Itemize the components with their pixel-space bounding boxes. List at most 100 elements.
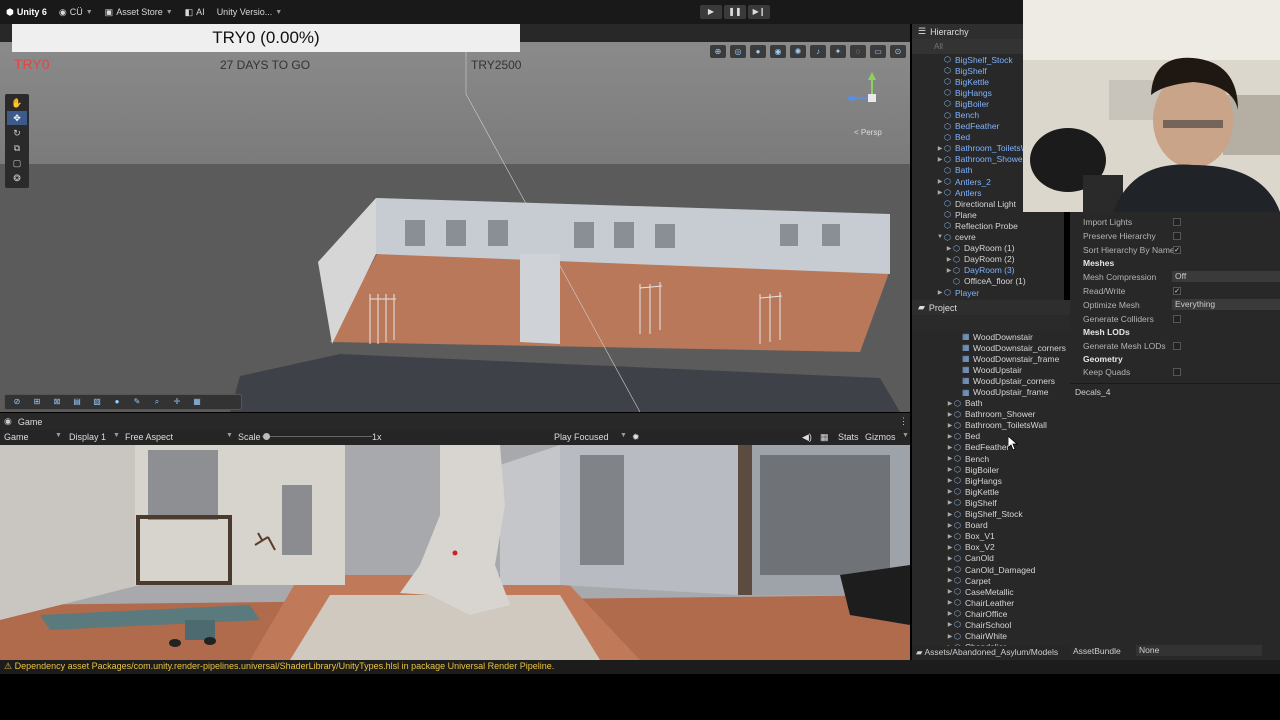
assetbundle-dropdown[interactable]: None [1136,645,1262,656]
foldout-arrow-icon[interactable]: ▶ [946,555,954,562]
project-item[interactable]: ▶ ⬡ ChairLeather [912,597,1070,608]
lighting-icon[interactable]: ✺ [790,44,806,58]
project-item[interactable]: ▶ ⬡ Bench [912,453,1070,464]
brush-icon[interactable]: ✎ [129,396,145,408]
project-item[interactable]: ▶ ⬡ Bathroom_Shower [912,409,1070,420]
project-title[interactable]: Project [929,303,957,313]
mesh-compression-dropdown[interactable]: Off [1172,271,1280,282]
project-item[interactable]: ▶ ⬡ BigShelf_Stock [912,509,1070,520]
panel-icon[interactable]: ▦ [189,396,205,408]
unity-menu[interactable]: ⬢ Unity 6 [0,3,53,21]
project-item[interactable]: ▦ WoodUpstair_frame [912,386,1070,397]
project-item[interactable]: ▶ ⬡ CanOld_Damaged [912,564,1070,575]
foldout-arrow-icon[interactable]: ▶ [946,533,954,540]
foldout-arrow-icon[interactable]: ▶ [946,633,954,640]
foldout-arrow-icon[interactable]: ▶ [946,610,954,617]
hierarchy-item[interactable]: ⬡ Reflection Probe [912,220,1064,231]
rect-tool-icon[interactable]: ▢ [7,156,27,170]
project-item[interactable]: ▦ WoodDownstair [912,331,1070,342]
keep-quads-checkbox[interactable] [1173,368,1181,376]
camera-icon[interactable]: ▭ [870,44,886,58]
project-item[interactable]: ▶ ⬡ BigHangs [912,475,1070,486]
hierarchy-item[interactable]: ▶ ⬡ Player [912,287,1064,298]
foldout-arrow-icon[interactable]: ▶ [946,411,954,418]
project-item[interactable]: ▶ ⬡ ChairWhite [912,631,1070,642]
tab-game[interactable]: Game [12,417,49,427]
foldout-arrow-icon[interactable]: ▶ [946,544,954,551]
project-item[interactable]: ▶ ⬡ Bath [912,398,1070,409]
project-item[interactable]: ▶ ⬡ CanOld [912,553,1070,564]
mute-icon[interactable]: ◀) [802,432,812,443]
read-write-checkbox[interactable]: ✓ [1173,287,1181,295]
stats-button[interactable]: Stats [838,432,859,442]
keyboard-icon[interactable]: ▦ [820,432,829,443]
perspective-label[interactable]: < Persp [854,128,882,137]
effects-icon[interactable]: ✦ [830,44,846,58]
search-icon[interactable]: ⌕ [149,396,165,408]
hierarchy-item[interactable]: ▶ ⬡ DayRoom (2) [912,254,1064,265]
status-bar[interactable]: ⚠ Dependency asset Packages/com.unity.re… [0,660,1280,674]
step-button[interactable]: ▶❙ [748,5,770,19]
align-icon[interactable]: ▤ [69,396,85,408]
asset-store-dropdown[interactable]: ▣ Asset Store ▼ [99,3,179,21]
scale-tool-icon[interactable]: ⧉ [7,141,27,155]
move-tool-icon[interactable]: ✥ [7,111,27,125]
gizmos-icon[interactable]: ⊙ [890,44,906,58]
generate-mesh-lods-checkbox[interactable] [1173,342,1181,350]
project-item[interactable]: ▶ ⬡ ChairOffice [912,608,1070,619]
status-message[interactable]: ⚠ Dependency asset Packages/com.unity.re… [4,661,554,672]
move-handle-icon[interactable]: ✛ [169,396,185,408]
version-control-dropdown[interactable]: Unity Versio... ▼ [211,3,288,21]
project-item[interactable]: ▶ ⬡ Bathroom_ToiletsWall [912,420,1070,431]
optimize-mesh-dropdown[interactable]: Everything [1172,299,1280,310]
project-item[interactable]: ▶ ⬡ BigShelf [912,497,1070,508]
project-item[interactable]: ▦ WoodUpstair_corners [912,375,1070,386]
foldout-arrow-icon[interactable]: ▶ [946,621,954,628]
scale-slider-track[interactable] [262,436,372,437]
display-dropdown[interactable]: Display 1 [69,432,106,442]
transform-tool-icon[interactable]: ❂ [7,171,27,185]
foldout-arrow-icon[interactable]: ▶ [946,577,954,584]
gizmos-button[interactable]: Gizmos [865,432,896,442]
foldout-arrow-icon[interactable]: ▶ [946,566,954,573]
foldout-arrow-icon[interactable]: ▶ [936,178,944,185]
foldout-arrow-icon[interactable]: ▶ [946,433,954,440]
sphere-icon[interactable]: ● [109,396,125,408]
foldout-arrow-icon[interactable]: ▶ [936,189,944,196]
shading-solid-icon[interactable]: ● [750,44,766,58]
rotate-tool-icon[interactable]: ↻ [7,126,27,140]
scale-slider-handle[interactable] [263,433,270,440]
project-item[interactable]: ▦ WoodDownstair_frame [912,353,1070,364]
preserve-hierarchy-checkbox[interactable] [1173,232,1181,240]
hierarchy-item[interactable]: ▼ ⬡ cevre [912,232,1064,243]
shading-wire-icon[interactable]: ◎ [730,44,746,58]
project-item[interactable]: ▶ ⬡ Box_V2 [912,542,1070,553]
debug-icon[interactable]: ✹ [632,432,640,443]
project-item[interactable]: ▶ ⬡ CaseMetallic [912,586,1070,597]
foldout-arrow-icon[interactable]: ▶ [936,289,944,296]
ai-button[interactable]: ◧ AI [179,3,211,21]
project-item[interactable]: ▶ ⬡ Board [912,520,1070,531]
foldout-arrow-icon[interactable]: ▶ [946,455,954,462]
audio-icon[interactable]: ♪ [810,44,826,58]
foldout-arrow-icon[interactable]: ▶ [936,156,944,163]
generate-colliders-checkbox[interactable] [1173,315,1181,323]
project-item[interactable]: ▶ ⬡ BigKettle [912,486,1070,497]
foldout-arrow-icon[interactable]: ▶ [946,466,954,473]
foldout-arrow-icon[interactable]: ▶ [946,422,954,429]
aspect-dropdown[interactable]: Free Aspect [125,432,173,442]
project-item[interactable]: ▶ ⬡ BigBoiler [912,464,1070,475]
display-mode-dropdown[interactable]: Game [4,432,29,442]
pause-button[interactable]: ❚❚ [724,5,746,19]
grid-icon[interactable]: ⊘ [9,396,25,408]
probe-icon[interactable]: ▧ [89,396,105,408]
project-item[interactable]: ▶ ⬡ Bed [912,431,1070,442]
play-focused-dropdown[interactable]: Play Focused [554,432,609,442]
hierarchy-item[interactable]: ▶ ⬡ DayRoom (3) [912,265,1064,276]
shading-lit-icon[interactable]: ◉ [770,44,786,58]
visibility-icon[interactable]: ◌ [850,44,866,58]
foldout-arrow-icon[interactable]: ▼ [936,234,944,240]
project-item[interactable]: ▶ ⬡ ChairSchool [912,619,1070,630]
project-item[interactable]: ▦ WoodUpstair [912,364,1070,375]
foldout-arrow-icon[interactable]: ▶ [945,267,953,274]
